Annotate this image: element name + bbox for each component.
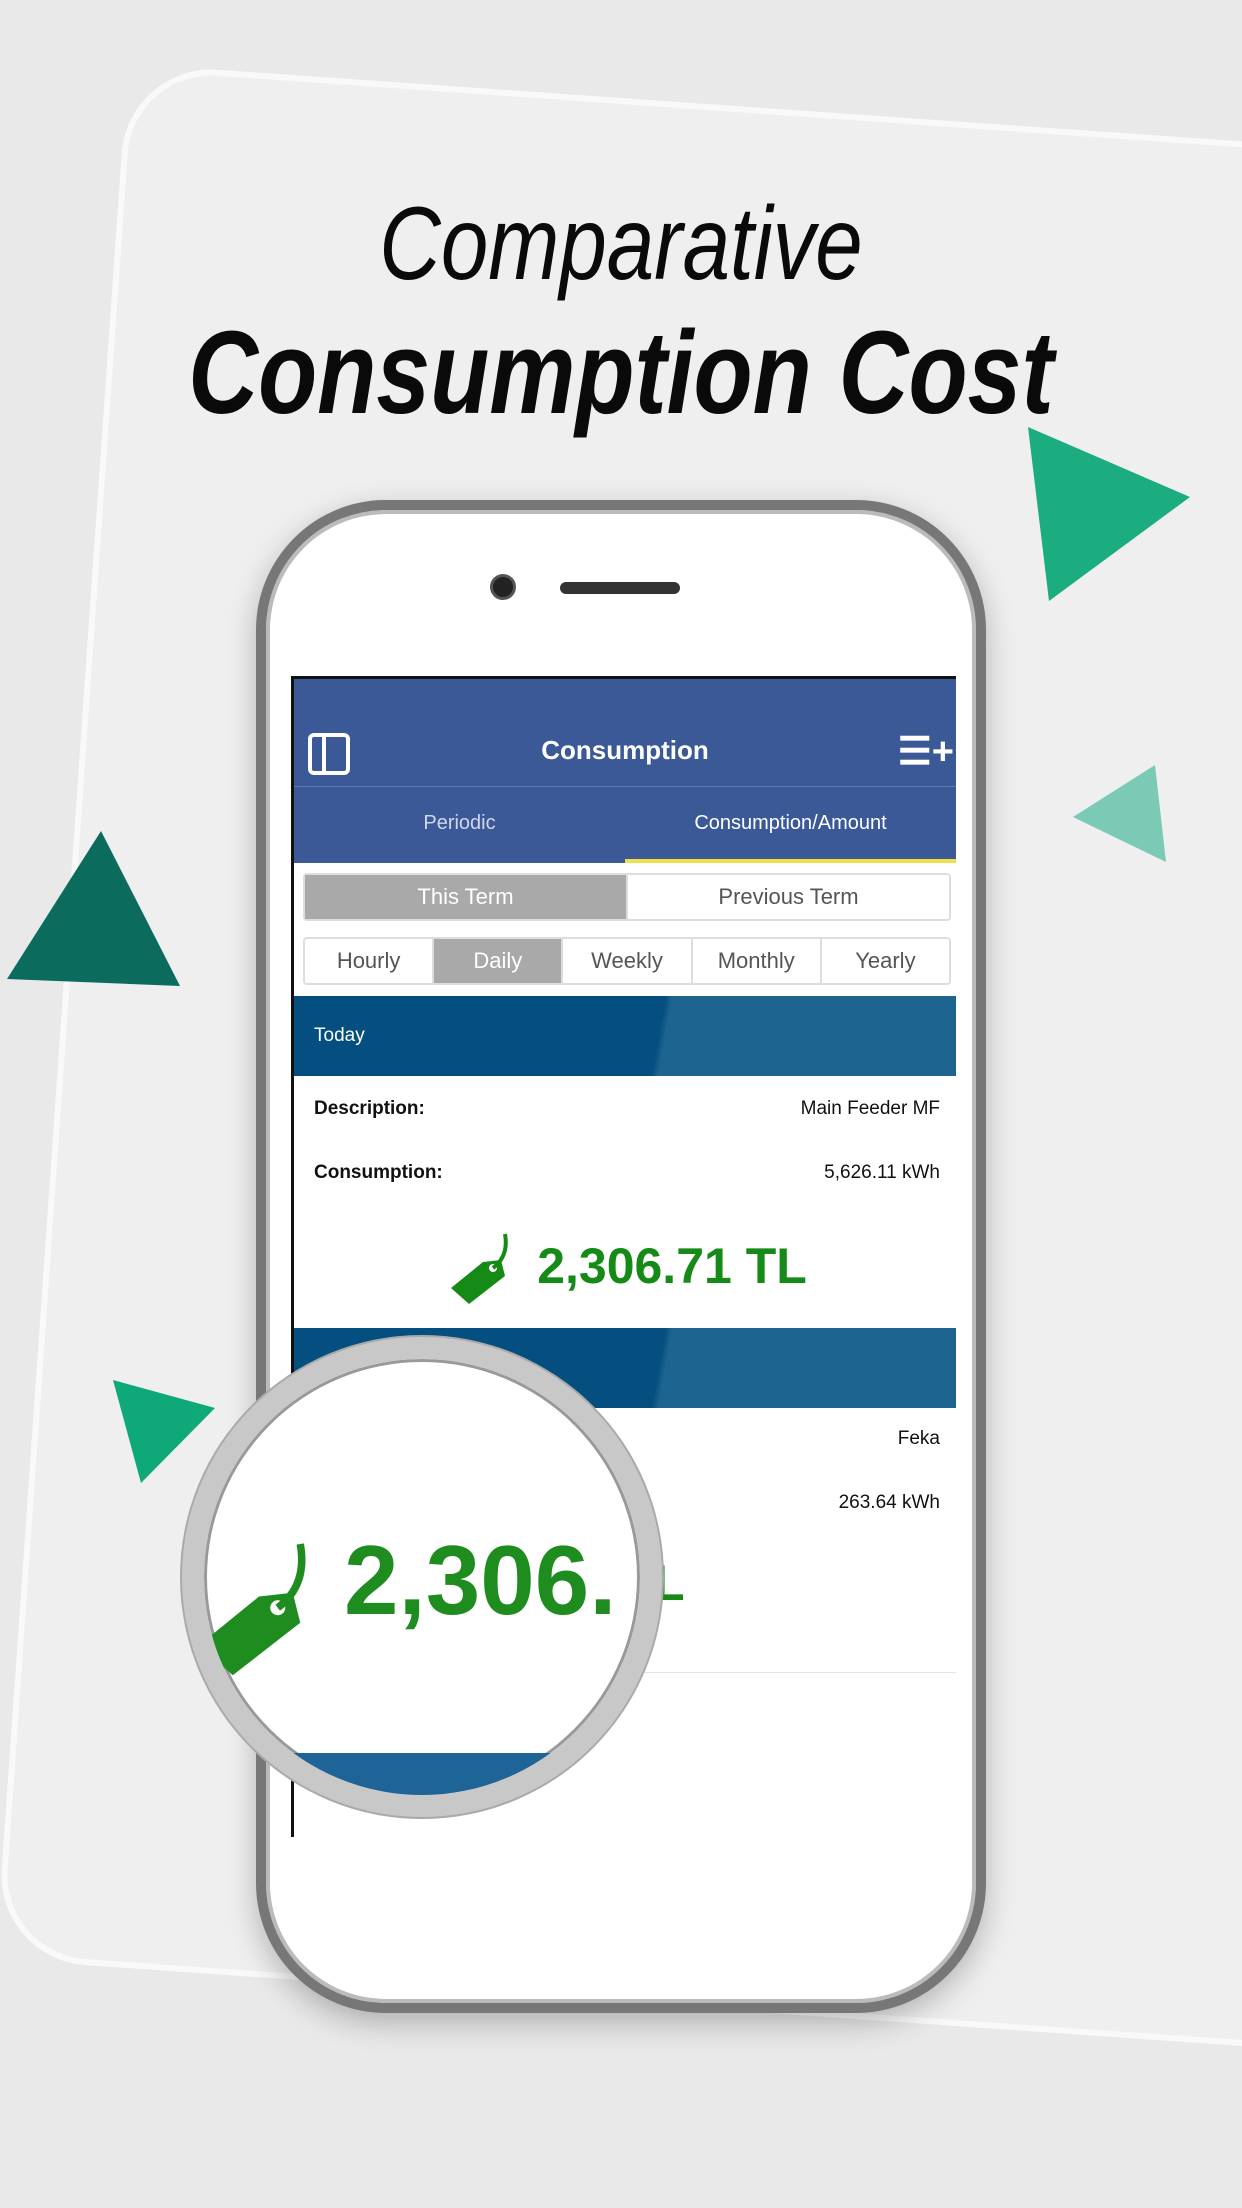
segment-this-term[interactable]: This Term xyxy=(305,875,626,919)
magnified-tag-icon xyxy=(204,1543,306,1676)
consumption-value: 5,626.11 kWh xyxy=(824,1162,940,1183)
price-row: 2,306.71 TL xyxy=(294,1226,956,1306)
price-value: 2,306.71 TL xyxy=(537,1238,807,1294)
tab-bar: Periodic Consumption/Amount xyxy=(294,786,956,863)
description-label: Description: xyxy=(314,1098,425,1119)
segment-previous-term[interactable]: Previous Term xyxy=(626,875,949,919)
triangle-dark-up xyxy=(7,831,180,986)
segment-hourly[interactable]: Hourly xyxy=(305,939,432,983)
price-tag-icon xyxy=(451,1233,508,1304)
description-value: Main Feeder MF xyxy=(800,1098,940,1119)
triangle-teal-left xyxy=(1073,765,1166,862)
consumption-value-2: 263.64 kWh xyxy=(838,1492,940,1513)
segment-daily[interactable]: Daily xyxy=(432,939,562,983)
triangle-green-right xyxy=(1028,427,1190,601)
add-list-icon[interactable]: ☰+ xyxy=(898,729,954,774)
tab-consumption-amount[interactable]: Consumption/Amount xyxy=(625,787,956,863)
segment-yearly[interactable]: Yearly xyxy=(819,939,949,983)
segment-weekly[interactable]: Weekly xyxy=(561,939,690,983)
consumption-row: Consumption: 5,626.11 kWh xyxy=(294,1162,956,1184)
term-segment: This Term Previous Term xyxy=(303,873,951,921)
camera-icon xyxy=(490,574,516,600)
magnified-price: 2,306. xyxy=(344,1525,617,1635)
tab-periodic[interactable]: Periodic xyxy=(294,787,625,863)
speaker-icon xyxy=(560,582,680,594)
magnifier: 2,306. xyxy=(182,1337,662,1817)
page-title: Consumption xyxy=(541,735,709,765)
consumption-label: Consumption: xyxy=(314,1162,443,1183)
card-header-today: Today xyxy=(294,996,956,1076)
nav-bar: Consumption ☰+ xyxy=(294,679,956,786)
segment-monthly[interactable]: Monthly xyxy=(690,939,820,983)
description-value-2: Feka xyxy=(897,1428,940,1449)
description-row: Description: Main Feeder MF xyxy=(294,1098,956,1120)
period-segment: Hourly Daily Weekly Monthly Yearly xyxy=(303,937,951,985)
triangle-green-small xyxy=(113,1380,215,1483)
magnifier-bar xyxy=(204,1753,640,1795)
